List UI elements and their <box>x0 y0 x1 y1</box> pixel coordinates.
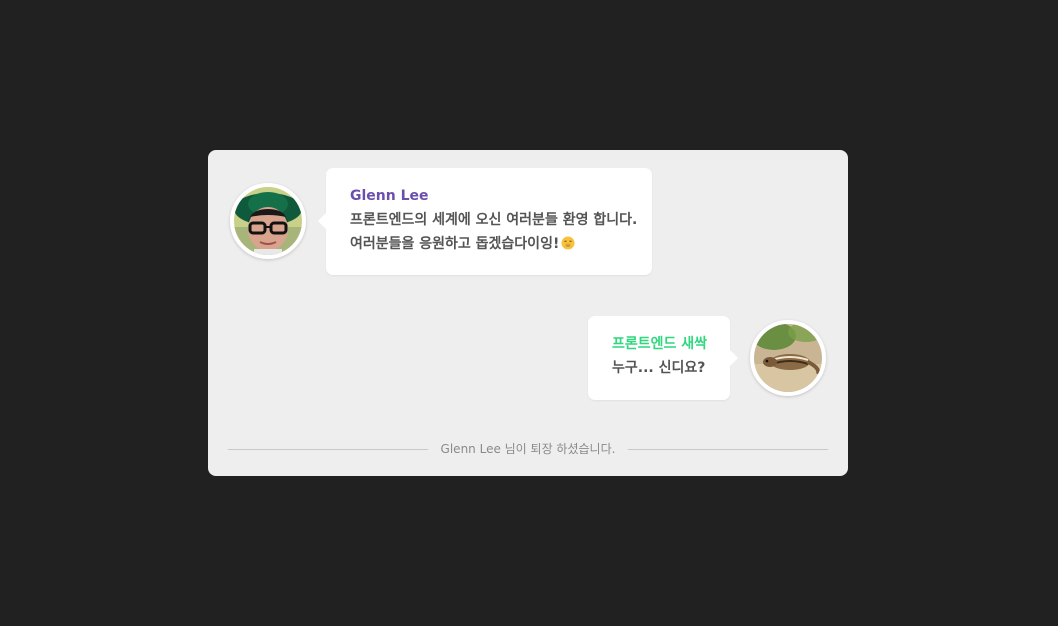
message-text-line: 누구... 신디요? <box>612 360 706 376</box>
chat-window: Glenn Lee 프론트엔드의 세계에 오신 여러분들 환영 합니다. 여러분… <box>208 150 848 476</box>
message-bubble[interactable]: Glenn Lee 프론트엔드의 세계에 오신 여러분들 환영 합니다. 여러분… <box>318 168 652 275</box>
message-text-line: 여러분들을 응원하고 돕겠습다이잉! <box>350 236 652 255</box>
glenn-lee-avatar[interactable] <box>230 183 306 259</box>
system-notice: Glenn Lee 님이 퇴장 하셨습니다. <box>440 442 616 456</box>
sender-name: 프론트엔드 새싹 <box>612 336 708 352</box>
message-text-line: 프론트엔드의 세계에 오신 여러분들 환영 합니다. <box>350 212 638 228</box>
sender-name: Glenn Lee <box>350 188 429 204</box>
message-text: 여러분들을 응원하고 돕겠습다이잉! <box>350 236 560 252</box>
hush-face-emoji-icon <box>561 236 575 255</box>
divider-line <box>228 449 428 450</box>
person-avatar-icon <box>234 187 302 255</box>
divider-line <box>628 449 828 450</box>
message-bubble[interactable]: 프론트엔드 새싹 누구... 신디요? <box>588 316 738 400</box>
chipmunk-avatar-icon <box>754 324 822 392</box>
chipmunk-avatar[interactable] <box>750 320 826 396</box>
